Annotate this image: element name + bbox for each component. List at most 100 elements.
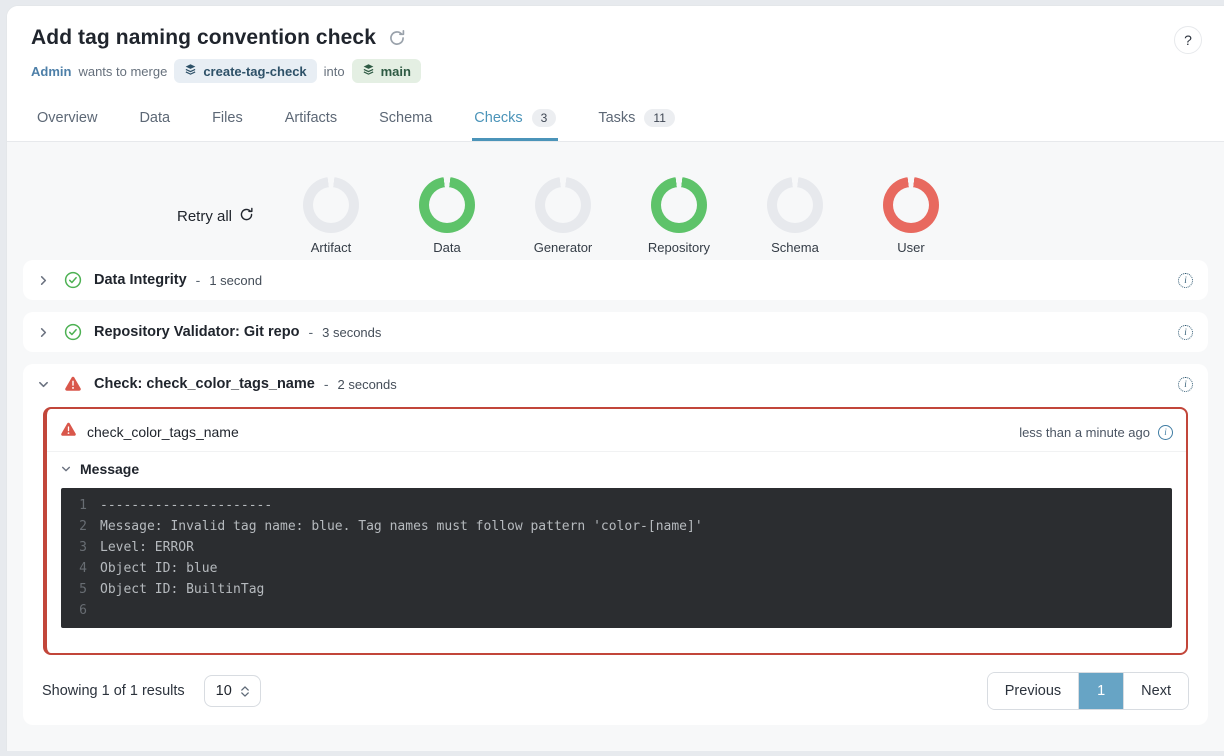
check-duration: 3 seconds xyxy=(322,325,381,340)
donut-label: Artifact xyxy=(311,240,351,255)
checks-summary: Retry all Artifact Data Generator xyxy=(7,142,1224,260)
check-row-color-tags-name[interactable]: Check: check_color_tags_name - 2 seconds… xyxy=(23,364,1208,404)
tab-files[interactable]: Files xyxy=(212,95,243,141)
check-name: Repository Validator: Git repo xyxy=(94,324,299,340)
tab-label: Artifacts xyxy=(285,110,337,126)
into-text: into xyxy=(324,64,345,79)
tab-label: Data xyxy=(139,110,170,126)
donut-label: Repository xyxy=(648,240,710,255)
info-icon[interactable]: i xyxy=(1178,273,1193,288)
code-line: 1---------------------- xyxy=(61,495,1172,516)
tab-label: Tasks xyxy=(598,110,635,126)
message-label: Message xyxy=(80,461,139,477)
page-size-select[interactable]: 10 xyxy=(204,675,261,707)
donut-data: Data xyxy=(389,177,505,255)
chevron-right-icon[interactable] xyxy=(38,275,49,286)
donut-repository: Repository xyxy=(621,177,737,255)
target-branch-badge[interactable]: main xyxy=(352,59,421,83)
code-line: 3Level: ERROR xyxy=(61,537,1172,558)
author-link[interactable]: Admin xyxy=(31,64,71,79)
panel-header: check_color_tags_name less than a minute… xyxy=(47,409,1186,451)
message-section-toggle[interactable]: Message xyxy=(47,451,1186,485)
donut-ring-repository[interactable] xyxy=(651,177,707,233)
tab-label: Schema xyxy=(379,110,432,126)
target-branch-label: main xyxy=(381,64,411,79)
code-line: 5Object ID: BuiltinTag xyxy=(61,579,1172,600)
tab-schema[interactable]: Schema xyxy=(379,95,432,141)
previous-button[interactable]: Previous xyxy=(988,673,1079,709)
code-line: 4Object ID: blue xyxy=(61,558,1172,579)
checks-content: Retry all Artifact Data Generator xyxy=(7,142,1224,751)
check-row-repository-validator[interactable]: Repository Validator: Git repo - 3 secon… xyxy=(23,312,1208,352)
source-branch-label: create-tag-check xyxy=(203,64,306,79)
warning-triangle-icon xyxy=(60,422,77,442)
tab-label: Checks xyxy=(474,110,522,126)
page-title: Add tag naming convention check xyxy=(31,26,376,50)
check-duration: 1 second xyxy=(209,273,262,288)
chevron-down-icon[interactable] xyxy=(38,379,49,390)
separator: - xyxy=(324,376,329,392)
donut-group: Artifact Data Generator Repository Schem… xyxy=(273,177,969,255)
donut-label: Schema xyxy=(771,240,819,255)
donut-ring-artifact[interactable] xyxy=(303,177,359,233)
timestamp: less than a minute ago xyxy=(1019,425,1150,440)
check-row-data-integrity[interactable]: Data Integrity - 1 second i xyxy=(23,260,1208,300)
failed-check-name: check_color_tags_name xyxy=(87,424,239,440)
donut-artifact: Artifact xyxy=(273,177,389,255)
check-duration: 2 seconds xyxy=(338,377,397,392)
app-window: Add tag naming convention check ? Admin … xyxy=(6,5,1224,751)
retry-refresh-icon xyxy=(239,207,254,226)
tab-artifacts[interactable]: Artifacts xyxy=(285,95,337,141)
donut-schema: Schema xyxy=(737,177,853,255)
check-passed-icon xyxy=(64,271,82,289)
results-count-text: Showing 1 of 1 results xyxy=(42,683,185,699)
tab-label: Overview xyxy=(37,110,97,126)
warning-triangle-icon xyxy=(64,376,82,392)
check-name: Data Integrity xyxy=(94,272,187,288)
retry-all-button[interactable]: Retry all xyxy=(177,207,273,226)
donut-ring-schema[interactable] xyxy=(767,177,823,233)
info-icon[interactable]: i xyxy=(1178,377,1193,392)
pagination: Previous 1 Next xyxy=(987,672,1189,710)
donut-label: Data xyxy=(433,240,460,255)
retry-all-label: Retry all xyxy=(177,208,232,225)
info-icon[interactable]: i xyxy=(1158,425,1173,440)
check-name: Check: check_color_tags_name xyxy=(94,376,315,392)
donut-ring-user[interactable] xyxy=(883,177,939,233)
tab-label: Files xyxy=(212,110,243,126)
code-line: 6 xyxy=(61,600,1172,621)
chevron-down-icon xyxy=(61,464,71,474)
checks-count-badge: 3 xyxy=(532,109,557,127)
results-footer: Showing 1 of 1 results 10 Previous 1 Nex… xyxy=(23,655,1208,725)
tasks-count-badge: 11 xyxy=(644,109,674,127)
merge-summary: Admin wants to merge create-tag-check in… xyxy=(31,59,1200,83)
tab-bar: Overview Data Files Artifacts Schema Che… xyxy=(7,95,1224,142)
tab-checks[interactable]: Checks 3 xyxy=(474,95,556,141)
check-passed-icon xyxy=(64,323,82,341)
page-header: Add tag naming convention check ? Admin … xyxy=(7,6,1224,95)
tab-overview[interactable]: Overview xyxy=(37,95,97,141)
source-branch-badge[interactable]: create-tag-check xyxy=(174,59,316,83)
donut-ring-generator[interactable] xyxy=(535,177,591,233)
donut-label: User xyxy=(897,240,924,255)
check-card-color-tags: Check: check_color_tags_name - 2 seconds… xyxy=(23,364,1208,725)
tab-data[interactable]: Data xyxy=(139,95,170,141)
stepper-icon xyxy=(241,686,249,697)
next-button[interactable]: Next xyxy=(1123,673,1188,709)
donut-user: User xyxy=(853,177,969,255)
layers-icon xyxy=(362,63,375,79)
check-result-panel: check_color_tags_name less than a minute… xyxy=(43,407,1188,655)
info-icon[interactable]: i xyxy=(1178,325,1193,340)
page-1-button[interactable]: 1 xyxy=(1079,673,1123,709)
donut-generator: Generator xyxy=(505,177,621,255)
code-block: 1----------------------2Message: Invalid… xyxy=(61,488,1172,628)
chevron-right-icon[interactable] xyxy=(38,327,49,338)
donut-ring-data[interactable] xyxy=(419,177,475,233)
refresh-icon[interactable] xyxy=(388,29,406,47)
separator: - xyxy=(308,324,313,340)
tab-tasks[interactable]: Tasks 11 xyxy=(598,95,675,141)
page-size-value: 10 xyxy=(216,683,232,699)
layers-icon xyxy=(184,63,197,79)
code-line: 2Message: Invalid tag name: blue. Tag na… xyxy=(61,516,1172,537)
help-button[interactable]: ? xyxy=(1174,26,1202,54)
